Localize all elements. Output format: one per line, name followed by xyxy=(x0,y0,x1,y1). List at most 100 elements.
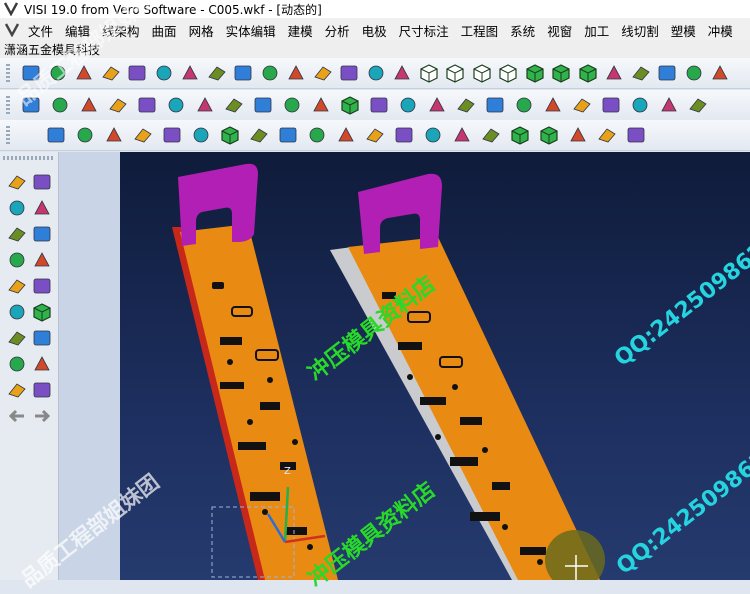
tool-icon[interactable] xyxy=(625,125,647,145)
menu-item[interactable]: 实体编辑 xyxy=(226,21,276,40)
cube-wire-1-icon[interactable] xyxy=(418,63,440,83)
save-as-icon[interactable] xyxy=(100,63,122,83)
sheet-2-icon[interactable] xyxy=(513,95,535,115)
import-icon[interactable] xyxy=(153,63,175,83)
menu-item[interactable]: 线切割 xyxy=(621,21,659,40)
dimension-icon[interactable] xyxy=(31,328,53,348)
note-edit-icon[interactable] xyxy=(31,224,53,244)
intersect-icon[interactable] xyxy=(368,95,390,115)
menu-item[interactable]: 文件 xyxy=(28,21,53,40)
app-menu-icon[interactable] xyxy=(4,21,20,37)
window-icon[interactable] xyxy=(232,63,254,83)
bounding-box-icon[interactable] xyxy=(6,198,28,218)
select-filter-icon[interactable] xyxy=(259,63,281,83)
cube-icon[interactable] xyxy=(219,125,241,145)
cube-wire-4-icon[interactable] xyxy=(497,63,519,83)
flatten-icon[interactable] xyxy=(571,95,593,115)
menu-item[interactable]: 尺寸标注 xyxy=(399,21,449,40)
sheet-3-icon[interactable] xyxy=(542,95,564,115)
menu-item[interactable]: 网格 xyxy=(189,21,214,40)
funnel-icon[interactable] xyxy=(422,125,444,145)
cube-orange-icon[interactable] xyxy=(509,125,531,145)
export-icon[interactable] xyxy=(179,63,201,83)
torus-icon[interactable] xyxy=(161,125,183,145)
cube-wire-2-icon[interactable] xyxy=(444,63,466,83)
puzzle-icon[interactable] xyxy=(6,380,28,400)
cylinder-icon[interactable] xyxy=(45,125,67,145)
trash-icon[interactable] xyxy=(6,354,28,374)
menu-item[interactable]: 塑模 xyxy=(671,21,696,40)
cut-icon[interactable] xyxy=(426,95,448,115)
view-fit-icon[interactable] xyxy=(603,63,625,83)
menu-item[interactable]: 曲面 xyxy=(152,21,177,40)
menu-item[interactable]: 冲模 xyxy=(708,21,733,40)
rotate-icon[interactable] xyxy=(338,63,360,83)
ring-icon[interactable] xyxy=(190,125,212,145)
shell-icon[interactable] xyxy=(277,125,299,145)
arrow-right-icon[interactable] xyxy=(31,406,53,426)
zoom-view-icon[interactable] xyxy=(656,63,678,83)
arrow-left-icon[interactable] xyxy=(6,406,28,426)
measure-icon[interactable] xyxy=(365,63,387,83)
tag-icon[interactable] xyxy=(687,95,709,115)
picture-icon[interactable] xyxy=(480,125,502,145)
undo-arrow-icon[interactable] xyxy=(31,354,53,374)
chain-icon[interactable] xyxy=(281,95,303,115)
gear-icon[interactable] xyxy=(596,125,618,145)
paint-icon[interactable] xyxy=(567,125,589,145)
toolbar-grip[interactable] xyxy=(6,64,10,82)
pencil-icon[interactable] xyxy=(31,250,53,270)
mirror-icon[interactable] xyxy=(455,95,477,115)
arrow-move-icon[interactable] xyxy=(312,63,334,83)
cone-icon[interactable] xyxy=(103,125,125,145)
plane-edit-icon[interactable] xyxy=(31,276,53,296)
solid-subtract-icon[interactable] xyxy=(310,95,332,115)
menu-item[interactable]: 分析 xyxy=(325,21,350,40)
menu-item[interactable]: 建模 xyxy=(288,21,313,40)
layer-icon[interactable] xyxy=(285,63,307,83)
draft-icon[interactable] xyxy=(451,125,473,145)
cube-blue-icon[interactable] xyxy=(339,95,361,115)
sphere-mesh-icon[interactable] xyxy=(194,95,216,115)
zoom-in-icon[interactable] xyxy=(6,172,28,192)
help-icon[interactable] xyxy=(709,63,731,83)
extend-icon[interactable] xyxy=(136,95,158,115)
toolbar-grip[interactable] xyxy=(6,126,10,144)
toolbar-grip[interactable] xyxy=(6,96,10,114)
axis-icon[interactable] xyxy=(6,250,28,270)
mesh-icon[interactable] xyxy=(107,95,129,115)
layer-stack-icon[interactable] xyxy=(6,276,28,296)
palette-grip[interactable] xyxy=(3,156,53,160)
info-icon[interactable] xyxy=(391,63,413,83)
stack-icon[interactable] xyxy=(393,125,415,145)
menu-item[interactable]: 电极 xyxy=(362,21,387,40)
folder-edit-icon[interactable] xyxy=(31,380,53,400)
hex-solid-icon[interactable] xyxy=(248,125,270,145)
fillet-icon[interactable] xyxy=(306,125,328,145)
zoom-region-icon[interactable] xyxy=(6,224,28,244)
cube-view-icon[interactable] xyxy=(31,302,53,322)
orbit-icon[interactable] xyxy=(683,63,705,83)
refresh-icon[interactable] xyxy=(6,302,28,322)
menu-item[interactable]: 加工 xyxy=(584,21,609,40)
pattern-icon[interactable] xyxy=(397,95,419,115)
cube-green-icon[interactable] xyxy=(538,125,560,145)
sweep-icon[interactable] xyxy=(223,95,245,115)
zoom-refresh-icon[interactable] xyxy=(206,63,228,83)
print-icon[interactable] xyxy=(126,63,148,83)
blend-icon[interactable] xyxy=(252,95,274,115)
star-icon[interactable] xyxy=(658,95,680,115)
plane-rotate-icon[interactable] xyxy=(49,95,71,115)
sphere-icon[interactable] xyxy=(132,125,154,145)
prism-icon[interactable] xyxy=(74,125,96,145)
chamfer-icon[interactable] xyxy=(335,125,357,145)
properties-icon[interactable] xyxy=(630,63,652,83)
delete-cross-icon[interactable] xyxy=(31,172,53,192)
menu-item[interactable]: 视窗 xyxy=(547,21,572,40)
transform-icon[interactable] xyxy=(629,95,651,115)
cube-shaded-2-icon[interactable] xyxy=(550,63,572,83)
surface-icon[interactable] xyxy=(78,95,100,115)
edit-shape-icon[interactable] xyxy=(31,198,53,218)
box-open-icon[interactable] xyxy=(364,125,386,145)
help-question-icon[interactable] xyxy=(6,328,28,348)
